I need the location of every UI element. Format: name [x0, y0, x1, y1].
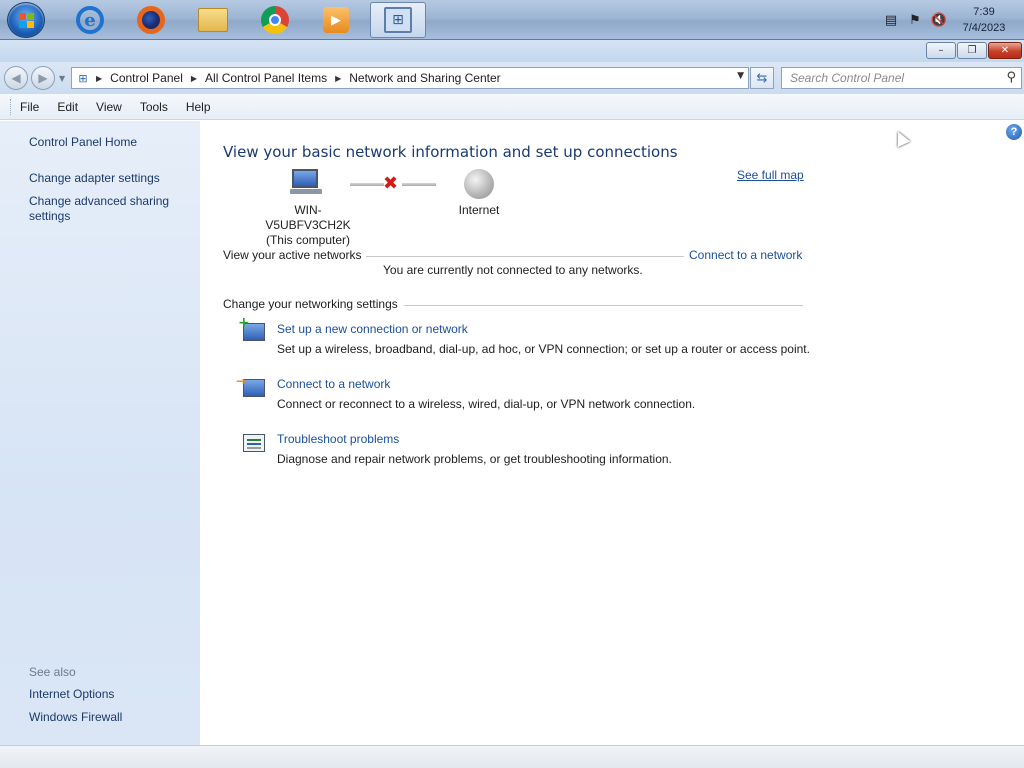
window-titlebar[interactable]: – ❐ ✕ [0, 40, 1024, 62]
network-disconnected-icon[interactable]: ▤ [882, 11, 900, 29]
action-center-icon[interactable]: ⚑ [906, 11, 924, 29]
breadcrumb-all-items[interactable]: All Control Panel Items [205, 71, 327, 85]
internet-globe-icon [464, 169, 494, 199]
menu-bar: File Edit View Tools Help [0, 94, 1024, 120]
address-dropdown-icon[interactable]: ▼ [737, 71, 744, 81]
taskbar-ie-button[interactable]: e [62, 2, 118, 38]
main-content: ? View your basic network information an… [200, 121, 1024, 745]
taskbar: e ▶ ⊞ ▤ ⚑ 🔇 7:39 7/4/2023 [0, 0, 1024, 40]
firefox-icon [137, 6, 165, 34]
see-also-label: See also [29, 665, 76, 679]
folder-icon [198, 8, 228, 32]
task-pane: Control Panel Home Change adapter settin… [0, 121, 200, 745]
menu-help[interactable]: Help [185, 98, 212, 116]
menu-view[interactable]: View [95, 98, 123, 116]
taskbar-chrome-button[interactable] [247, 2, 303, 38]
disconnected-x-icon: ✖ [383, 173, 399, 194]
navigation-bar: ◀ ▶ ▼ ⊞ ▶ Control Panel ▶ All Control Pa… [0, 62, 1024, 94]
computer-icon [290, 169, 322, 195]
change-adapter-settings-link[interactable]: Change adapter settings [29, 171, 194, 186]
menu-edit[interactable]: Edit [56, 98, 79, 116]
status-bar [0, 745, 1024, 768]
menu-file[interactable]: File [19, 98, 40, 116]
page-title: View your basic network information and … [223, 143, 678, 161]
troubleshoot-icon [242, 432, 266, 454]
control-panel-icon: ⊞ [384, 7, 412, 33]
section-divider [404, 305, 803, 306]
section-divider [366, 256, 684, 257]
forward-button[interactable]: ▶ [31, 66, 55, 90]
setup-new-connection-description: Set up a wireless, broadband, dial-up, a… [277, 342, 810, 356]
see-full-map-link[interactable]: See full map [737, 168, 804, 182]
connect-to-network-link[interactable]: Connect to a network [689, 248, 802, 262]
internet-node-label: Internet [458, 203, 500, 217]
taskbar-media-player-button[interactable]: ▶ [308, 2, 364, 38]
search-icon[interactable]: ⚲ [1006, 70, 1016, 85]
recent-pages-dropdown[interactable]: ▼ [59, 74, 65, 83]
active-networks-heading: View your active networks [223, 248, 362, 262]
windows-firewall-link[interactable]: Windows Firewall [29, 710, 122, 725]
back-button[interactable]: ◀ [4, 66, 28, 90]
connect-to-network-task-link[interactable]: Connect to a network [277, 377, 390, 391]
minimize-button[interactable]: – [926, 42, 956, 59]
internet-options-link[interactable]: Internet Options [29, 687, 114, 702]
breadcrumb-separator[interactable]: ▶ [335, 74, 341, 83]
network-status-text: You are currently not connected to any n… [383, 263, 643, 277]
connection-line [350, 183, 384, 186]
setup-new-connection-link[interactable]: Set up a new connection or network [277, 322, 468, 336]
taskbar-explorer-button[interactable] [185, 2, 241, 38]
connection-line [402, 183, 436, 186]
help-icon[interactable]: ? [1006, 124, 1022, 140]
volume-muted-icon[interactable]: 🔇 [930, 11, 948, 29]
address-bar[interactable]: ⊞ ▶ Control Panel ▶ All Control Panel It… [71, 67, 749, 89]
search-box[interactable]: ⚲ [781, 67, 1022, 89]
restore-button[interactable]: ❐ [957, 42, 987, 59]
troubleshoot-problems-link[interactable]: Troubleshoot problems [277, 432, 399, 446]
system-tray: ▤ ⚑ 🔇 7:39 7/4/2023 [882, 0, 1024, 40]
start-button[interactable] [7, 2, 45, 38]
connect-network-icon [236, 374, 266, 399]
computer-subtitle: (This computer) [265, 233, 351, 247]
computer-node-label: WIN-V5UBFV3CH2K (This computer) [252, 203, 364, 248]
connect-to-network-description: Connect or reconnect to a wireless, wire… [277, 397, 696, 411]
breadcrumb-network-sharing[interactable]: Network and Sharing Center [349, 71, 500, 85]
menu-tools[interactable]: Tools [139, 98, 169, 116]
clock-date: 7/4/2023 [962, 22, 1006, 34]
internet-explorer-icon: e [76, 6, 104, 34]
breadcrumb-separator[interactable]: ▶ [191, 74, 197, 83]
control-panel-home-link[interactable]: Control Panel Home [29, 135, 137, 150]
refresh-button[interactable]: ⇆ [750, 67, 774, 89]
taskbar-firefox-button[interactable] [123, 2, 179, 38]
networking-settings-heading: Change your networking settings [223, 297, 398, 311]
breadcrumb-control-panel[interactable]: Control Panel [110, 71, 183, 85]
new-connection-icon [238, 315, 266, 343]
computer-name: WIN-V5UBFV3CH2K [265, 203, 351, 232]
search-input[interactable] [782, 68, 992, 88]
breadcrumb-separator[interactable]: ▶ [96, 74, 102, 83]
chrome-icon [261, 6, 289, 34]
media-player-icon: ▶ [323, 7, 349, 33]
control-panel-icon: ⊞ [78, 71, 88, 85]
troubleshoot-problems-description: Diagnose and repair network problems, or… [277, 452, 672, 466]
change-advanced-sharing-link[interactable]: Change advanced sharing settings [29, 194, 179, 224]
clock[interactable]: 7:39 7/4/2023 [954, 4, 1014, 36]
clock-time: 7:39 [973, 6, 995, 18]
taskbar-control-panel-button[interactable]: ⊞ [370, 2, 426, 38]
close-button[interactable]: ✕ [988, 42, 1022, 59]
